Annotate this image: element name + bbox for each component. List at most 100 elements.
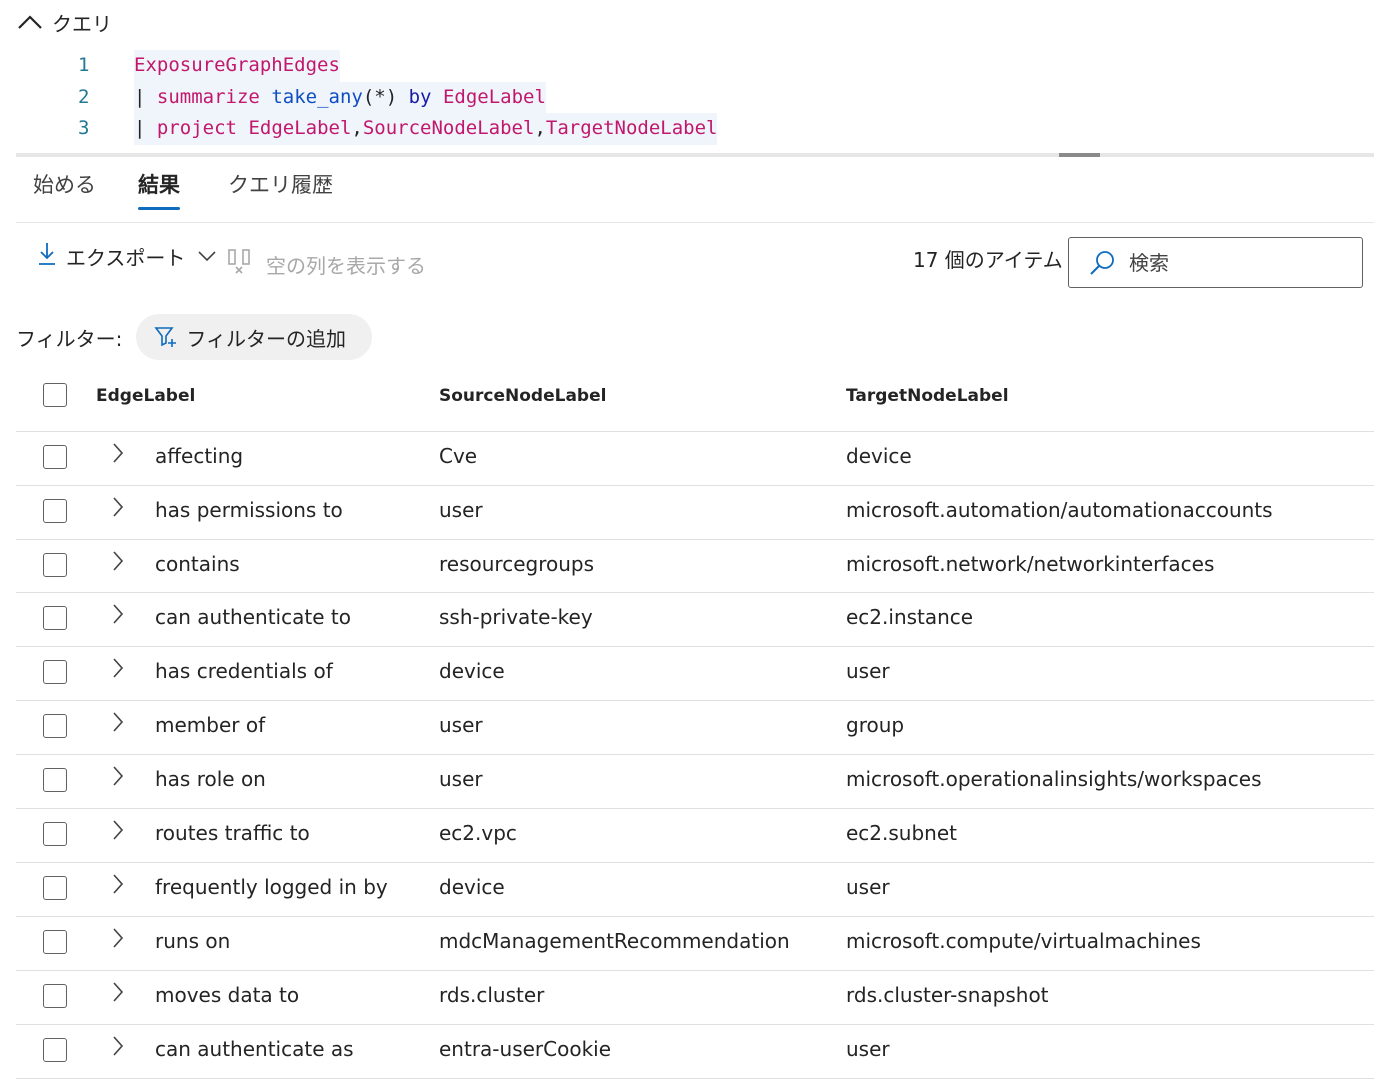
search-icon [1087, 248, 1117, 278]
chevron-right-icon[interactable] [108, 493, 128, 521]
show-empty-columns-label: 空の列を表示する [266, 253, 426, 278]
column-header-targetnodelabel[interactable]: TargetNodeLabel [846, 386, 1009, 406]
cell-sourcenodelabel: rds.cluster [439, 983, 545, 1007]
row-checkbox[interactable] [43, 499, 67, 523]
cell-sourcenodelabel: resourcegroups [439, 552, 595, 576]
cell-edgelabel: routes traffic to [155, 821, 310, 845]
result-tabs: 始める 結果 クエリ履歴 [16, 166, 1374, 223]
cell-edgelabel: member of [155, 713, 266, 737]
results-table: EdgeLabel SourceNodeLabel TargetNodeLabe… [16, 364, 1374, 1079]
cell-edgelabel: runs on [155, 929, 231, 953]
chevron-right-icon[interactable] [108, 708, 128, 736]
table-row[interactable]: routes traffic to ec2.vpc ec2.subnet [16, 809, 1374, 863]
chevron-right-icon[interactable] [108, 547, 128, 575]
table-row[interactable]: runs on mdcManagementRecommendation micros… [16, 917, 1374, 971]
cell-edgelabel: has permissions to [155, 498, 343, 522]
cell-targetnodelabel: ec2.instance [846, 605, 974, 629]
table-row[interactable]: has permissions to user microsoft.automati… [16, 486, 1374, 540]
row-checkbox[interactable] [43, 660, 67, 684]
cell-targetnodelabel: user [846, 659, 890, 683]
panel-splitter[interactable] [16, 153, 1374, 157]
search-box[interactable] [1068, 237, 1363, 288]
chevron-right-icon[interactable] [108, 978, 128, 1006]
row-checkbox[interactable] [43, 1038, 67, 1062]
section-title: クエリ [52, 11, 112, 36]
cell-targetnodelabel: microsoft.compute/virtualmachines [846, 929, 1201, 953]
search-input[interactable] [1127, 249, 1351, 276]
row-checkbox[interactable] [43, 822, 67, 846]
tab-query-history[interactable]: クエリ履歴 [228, 166, 333, 212]
tab-results[interactable]: 結果 [138, 166, 180, 212]
cell-targetnodelabel: microsoft.operationalinsights/workspaces [846, 767, 1262, 791]
filter-add-icon [154, 325, 178, 349]
table-row[interactable]: can authenticate as entra-userCookie user [16, 1025, 1374, 1079]
code-line: 2 | summarize take_any(*) by EdgeLabel [16, 81, 1374, 113]
row-checkbox[interactable] [43, 876, 67, 900]
row-checkbox[interactable] [43, 445, 67, 469]
table-row[interactable]: can authenticate to ssh-private-key ec2.in… [16, 593, 1374, 647]
table-row[interactable]: contains resourcegroups microsoft.network/… [16, 540, 1374, 593]
chevron-right-icon[interactable] [108, 924, 128, 952]
table-header: EdgeLabel SourceNodeLabel TargetNodeLabe… [16, 364, 1374, 432]
column-header-edgelabel[interactable]: EdgeLabel [96, 386, 195, 406]
table-row[interactable]: moves data to rds.cluster rds.cluster-snap… [16, 971, 1374, 1025]
cell-targetnodelabel: group [846, 713, 905, 737]
add-filter-label: フィルターの追加 [186, 326, 346, 351]
chevron-right-icon[interactable] [108, 762, 128, 790]
code-line: 1 ExposureGraphEdges [16, 50, 1374, 82]
cell-targetnodelabel: user [846, 875, 890, 899]
row-checkbox[interactable] [43, 930, 67, 954]
cell-sourcenodelabel: entra-userCookie [439, 1037, 612, 1061]
cell-edgelabel: has credentials of [155, 659, 333, 683]
row-checkbox[interactable] [43, 553, 67, 577]
add-filter-button[interactable]: フィルターの追加 [136, 314, 372, 360]
chevron-down-icon [197, 244, 217, 268]
cell-targetnodelabel: rds.cluster-snapshot [846, 983, 1049, 1007]
query-editor[interactable]: 1 ExposureGraphEdges 2 | summarize take_… [16, 50, 1374, 145]
chevron-right-icon[interactable] [108, 654, 128, 682]
export-button[interactable]: エクスポート [36, 232, 217, 280]
download-icon [36, 241, 58, 272]
table-row[interactable]: has role on user microsoft.operationalinsi… [16, 755, 1374, 809]
chevron-right-icon[interactable] [108, 816, 128, 844]
row-checkbox[interactable] [43, 714, 67, 738]
cell-edgelabel: can authenticate as [155, 1037, 354, 1061]
column-header-sourcenodelabel[interactable]: SourceNodeLabel [439, 386, 606, 406]
row-checkbox[interactable] [43, 984, 67, 1008]
line-number: 2 [78, 85, 90, 108]
table-row[interactable]: has credentials of device user [16, 647, 1374, 701]
table-row[interactable]: affecting Cve device [16, 432, 1374, 486]
cell-edgelabel: can authenticate to [155, 605, 351, 629]
row-checkbox[interactable] [43, 606, 67, 630]
cell-targetnodelabel: microsoft.network/networkinterfaces [846, 552, 1215, 576]
query-section-header[interactable]: クエリ [16, 6, 112, 38]
cell-sourcenodelabel: ec2.vpc [439, 821, 517, 845]
filter-bar: フィルター: フィルターの追加 [16, 314, 372, 360]
cell-targetnodelabel: ec2.subnet [846, 821, 957, 845]
splitter-grip[interactable] [1059, 153, 1100, 157]
cell-targetnodelabel: microsoft.automation/automationaccounts [846, 498, 1273, 522]
cell-edgelabel: contains [155, 552, 240, 576]
chevron-right-icon[interactable] [108, 1032, 128, 1060]
select-all-checkbox[interactable] [43, 383, 67, 407]
cell-edgelabel: affecting [155, 444, 244, 468]
table-row[interactable]: member of user group [16, 701, 1374, 755]
cell-targetnodelabel: device [846, 444, 912, 468]
row-checkbox[interactable] [43, 768, 67, 792]
code-line: 3 | project EdgeLabel,SourceNodeLabel,Ta… [16, 113, 1374, 145]
chevron-right-icon[interactable] [108, 600, 128, 628]
show-empty-columns-button[interactable]: 空の列を表示する [226, 240, 426, 288]
tab-get-started[interactable]: 始める [33, 166, 96, 212]
hide-columns-icon [226, 247, 254, 282]
cell-sourcenodelabel: ssh-private-key [439, 605, 593, 629]
chevron-up-icon[interactable] [16, 10, 44, 34]
chevron-right-icon[interactable] [108, 439, 128, 467]
cell-sourcenodelabel: Cve [439, 444, 478, 468]
chevron-right-icon[interactable] [108, 870, 128, 898]
export-label: エクスポート [66, 245, 186, 270]
code-text: | summarize take_any(*) by EdgeLabel [134, 81, 546, 113]
line-number: 3 [78, 117, 90, 139]
results-toolbar: エクスポート 空の列を表示する 17 個のアイテム [16, 232, 1374, 292]
table-row[interactable]: frequently logged in by device user [16, 863, 1374, 917]
cell-sourcenodelabel: user [439, 767, 483, 791]
